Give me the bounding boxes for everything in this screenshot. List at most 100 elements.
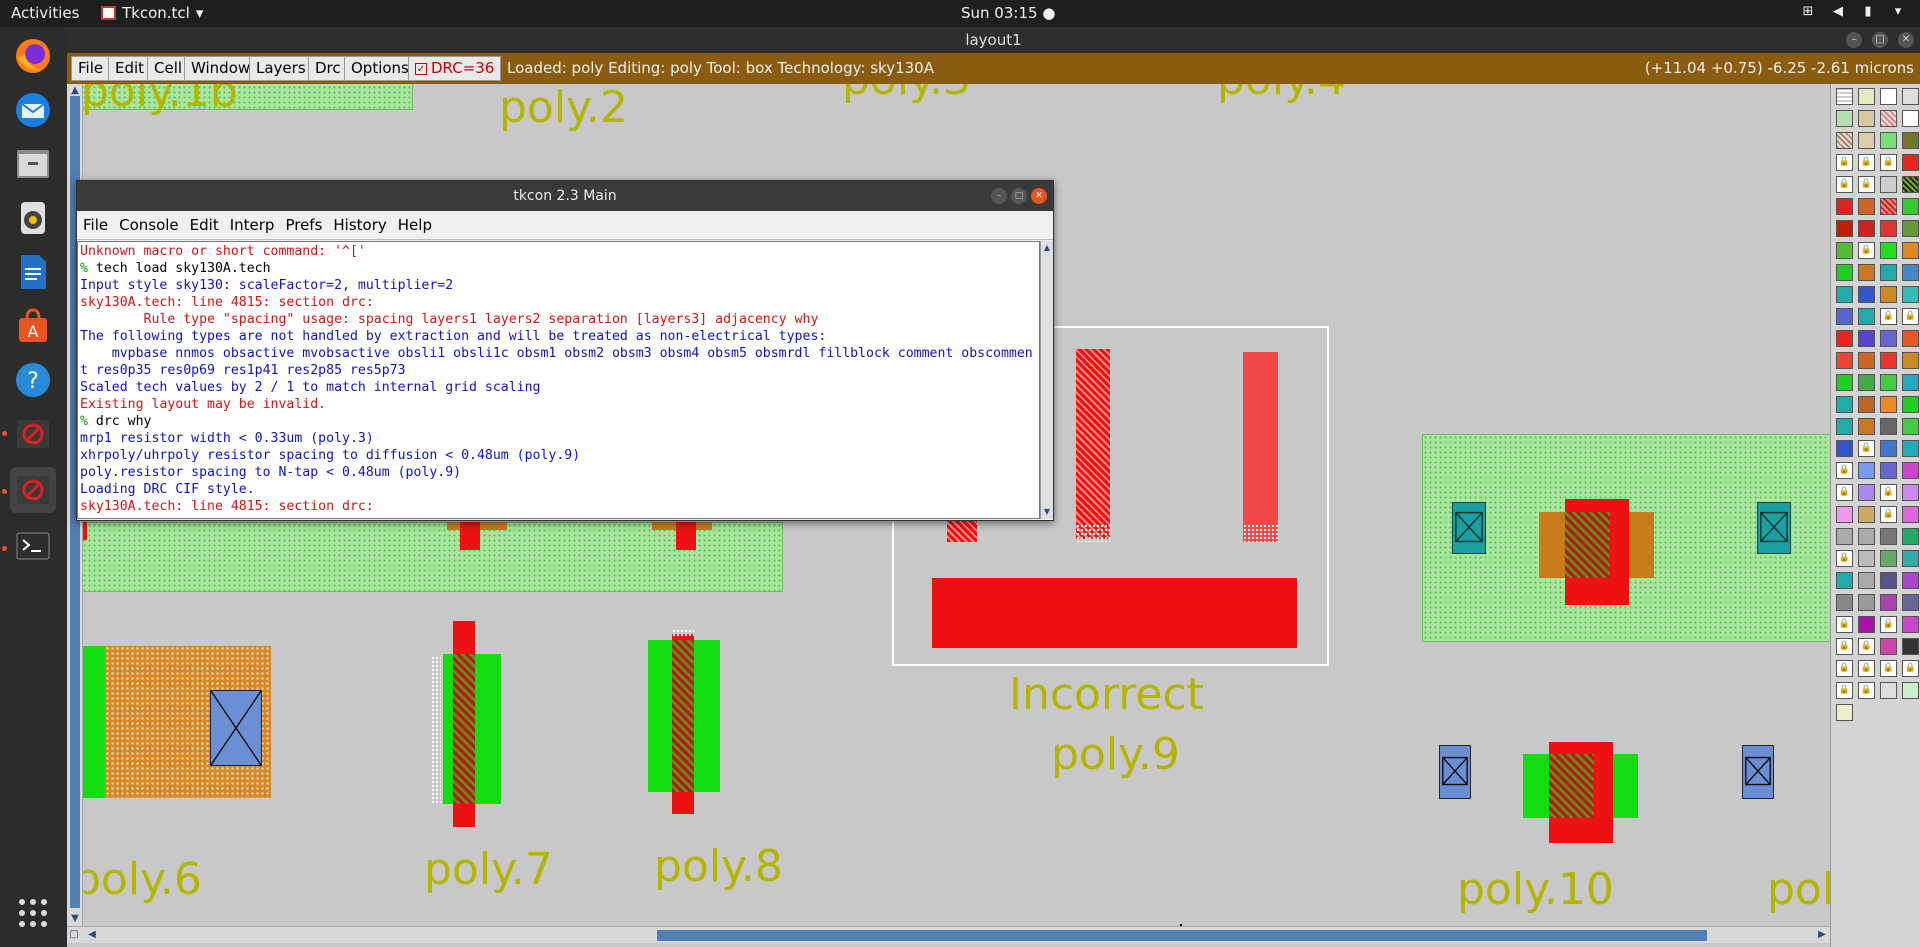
layer-swatch[interactable] (1858, 506, 1875, 523)
layer-swatch[interactable] (1836, 110, 1853, 127)
layer-swatch[interactable] (1880, 264, 1897, 281)
layer-swatch[interactable] (1880, 440, 1897, 457)
layer-swatch[interactable] (1902, 572, 1919, 589)
cell-menu[interactable]: Cell (147, 56, 190, 81)
layer-swatch[interactable] (1902, 550, 1919, 567)
layer-swatch[interactable] (1902, 440, 1919, 457)
layer-lock-icon[interactable]: 🔒 (1880, 616, 1897, 633)
layer-lock-icon[interactable]: 🔒 (1836, 616, 1853, 633)
layer-swatch[interactable] (1902, 264, 1919, 281)
layer-swatch[interactable] (1880, 176, 1897, 193)
layer-swatch[interactable] (1858, 462, 1875, 479)
layer-lock-icon[interactable]: 🔒 (1836, 176, 1853, 193)
layer-lock-icon[interactable]: 🔒 (1858, 176, 1875, 193)
layer-swatch[interactable] (1880, 572, 1897, 589)
layer-lock-icon[interactable]: 🔒 (1880, 154, 1897, 171)
layer-lock-icon[interactable]: 🔒 (1836, 462, 1853, 479)
close-icon[interactable]: ✕ (1031, 188, 1047, 204)
maximize-icon[interactable]: □ (1011, 188, 1027, 204)
layer-swatch[interactable] (1902, 374, 1919, 391)
tkcon-menu-prefs[interactable]: Prefs (285, 211, 322, 239)
layer-lock-icon[interactable]: 🔒 (1880, 660, 1897, 677)
layer-lock-icon[interactable]: 🔒 (1858, 682, 1875, 699)
layer-swatch[interactable] (1880, 286, 1897, 303)
layer-swatch[interactable] (1880, 682, 1897, 699)
layer-swatch[interactable] (1880, 418, 1897, 435)
app-menu[interactable]: Tkcon.tcl ▾ (101, 4, 203, 22)
activities-button[interactable]: Activities (11, 4, 79, 22)
layer-swatch[interactable] (1836, 198, 1853, 215)
clock[interactable]: Sun 03:15 ● (961, 4, 1055, 22)
tkcon-menu-interp[interactable]: Interp (230, 211, 275, 239)
layer-swatch[interactable] (1836, 396, 1853, 413)
thunderbird-icon[interactable] (10, 87, 56, 133)
minimize-icon[interactable]: – (1846, 32, 1862, 48)
layer-swatch[interactable] (1858, 484, 1875, 501)
layer-lock-icon[interactable]: 🔒 (1836, 682, 1853, 699)
layer-swatch[interactable] (1880, 330, 1897, 347)
layer-swatch[interactable] (1858, 308, 1875, 325)
tkcon-menu-file[interactable]: File (83, 211, 108, 239)
tkcon-menu-history[interactable]: History (333, 211, 386, 239)
layer-palette[interactable]: 🔒 🔒 🔒 🔒 🔒 🔒 🔒 🔒 🔒 🔒 🔒 🔒 🔒 🔒 🔒 🔒 🔒 🔒 🔒 🔒 🔒 🔒 🔒 🔒 (1830, 84, 1920, 947)
layer-lock-icon[interactable]: 🔒 (1836, 660, 1853, 677)
layer-swatch[interactable] (1880, 242, 1897, 259)
layer-swatch[interactable] (1880, 374, 1897, 391)
options-menu[interactable]: Options (344, 56, 416, 81)
layers-menu[interactable]: Layers (249, 56, 313, 81)
layer-lock-icon[interactable]: 🔒 (1836, 484, 1853, 501)
layer-swatch[interactable] (1880, 132, 1897, 149)
horizontal-scrollbar[interactable]: □ ◀ ▶ (67, 926, 1830, 943)
scroll-down-icon[interactable]: ▼ (68, 912, 82, 926)
layer-swatch[interactable] (1902, 616, 1919, 633)
layer-swatch[interactable] (1858, 132, 1875, 149)
tkcon-menu-help[interactable]: Help (398, 211, 432, 239)
layer-lock-icon[interactable]: 🔒 (1858, 638, 1875, 655)
layer-lock-icon[interactable]: 🔒 (1902, 660, 1919, 677)
tkcon-console-output[interactable]: Unknown macro or short command: '^['% te… (77, 241, 1040, 519)
layout-window-titlebar[interactable]: layout1 – □ ✕ (67, 27, 1920, 53)
layer-lock-icon[interactable]: 🔒 (1880, 506, 1897, 523)
scroll-up-icon[interactable]: ▲ (1040, 241, 1054, 255)
layer-swatch[interactable] (1902, 418, 1919, 435)
layer-swatch[interactable] (1836, 704, 1853, 721)
layer-swatch[interactable] (1836, 88, 1853, 105)
scroll-right-icon[interactable]: ▶ (1815, 928, 1829, 942)
layer-swatch[interactable] (1902, 286, 1919, 303)
blocked-app-icon[interactable] (10, 467, 56, 513)
layer-swatch[interactable] (1902, 484, 1919, 501)
layer-lock-icon[interactable]: 🔒 (1836, 638, 1853, 655)
layer-swatch[interactable] (1836, 572, 1853, 589)
layer-swatch[interactable] (1880, 462, 1897, 479)
layer-swatch[interactable] (1902, 528, 1919, 545)
layer-swatch[interactable] (1902, 198, 1919, 215)
layer-lock-icon[interactable]: 🔒 (1858, 660, 1875, 677)
layer-swatch[interactable] (1858, 550, 1875, 567)
layer-swatch[interactable] (1902, 154, 1919, 171)
layer-swatch[interactable] (1880, 550, 1897, 567)
layer-swatch[interactable] (1858, 264, 1875, 281)
layer-swatch[interactable] (1902, 594, 1919, 611)
layer-lock-icon[interactable]: 🔒 (1902, 308, 1919, 325)
layer-swatch[interactable] (1858, 330, 1875, 347)
rhythmbox-icon[interactable] (10, 195, 56, 241)
layer-swatch[interactable] (1836, 308, 1853, 325)
layer-swatch[interactable] (1880, 594, 1897, 611)
layer-swatch[interactable] (1836, 220, 1853, 237)
layer-swatch[interactable] (1858, 418, 1875, 435)
layer-swatch[interactable] (1880, 88, 1897, 105)
firefox-icon[interactable] (10, 33, 56, 79)
tkcon-window[interactable]: tkcon 2.3 Main – □ ✕ File Console Edit I… (76, 180, 1054, 521)
layer-swatch[interactable] (1858, 88, 1875, 105)
layer-swatch[interactable] (1880, 220, 1897, 237)
app-grid-icon[interactable] (10, 890, 56, 936)
layer-swatch[interactable] (1902, 506, 1919, 523)
tkcon-scrollbar[interactable]: ▲ ▼ (1040, 241, 1053, 519)
layer-swatch[interactable] (1902, 242, 1919, 259)
system-tray[interactable]: ⊞ ◀ ▮ ▾ (1800, 4, 1906, 20)
layer-swatch[interactable] (1858, 286, 1875, 303)
layer-swatch[interactable] (1858, 528, 1875, 545)
layer-swatch[interactable] (1836, 286, 1853, 303)
layer-lock-icon[interactable]: 🔒 (1836, 550, 1853, 567)
layer-swatch[interactable] (1880, 638, 1897, 655)
